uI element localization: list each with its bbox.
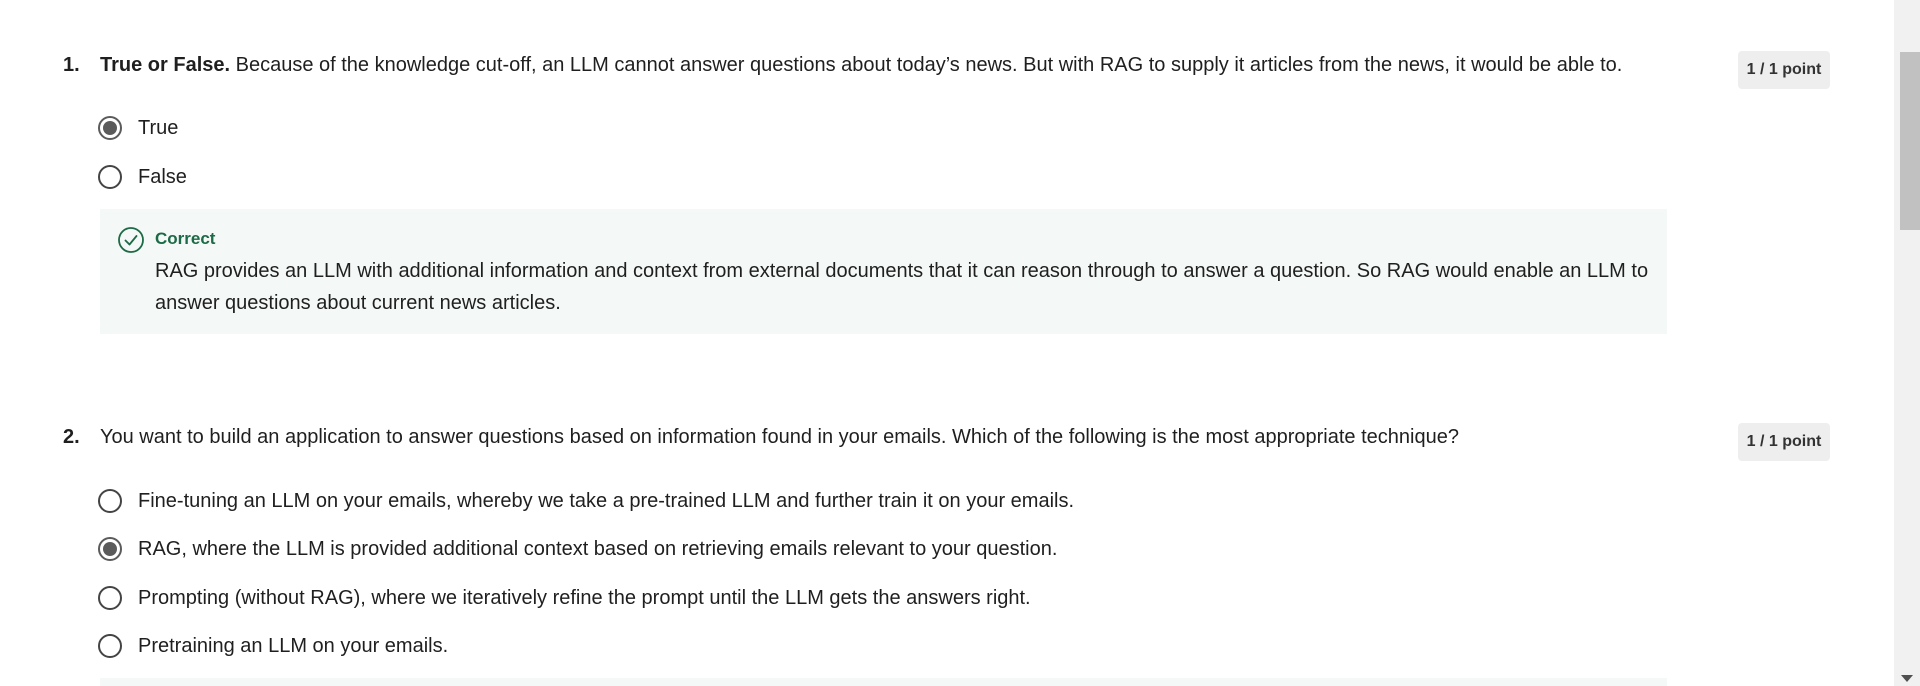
points-badge: 1 / 1 point [1738,51,1830,89]
vertical-scrollbar[interactable] [1894,0,1920,686]
option-prompting[interactable]: Prompting (without RAG), where we iterat… [98,583,1031,613]
question-text: You want to build an application to answ… [100,426,1459,448]
feedback-text: RAG provides an LLM with additional info… [155,260,1649,314]
question-text: True or False. Because of the knowledge … [100,54,1622,77]
question-body: Because of the knowledge cut-off, an LLM… [230,54,1623,76]
radio-selected-icon[interactable] [98,537,122,561]
radio-unselected-icon[interactable] [98,634,122,658]
points-badge: 1 / 1 point [1738,423,1830,461]
option-label: RAG, where the LLM is provided additiona… [138,537,1058,560]
scrollbar-thumb[interactable] [1900,52,1920,230]
option-true[interactable]: True [98,113,178,143]
question-prefix: True or False. [100,54,231,76]
question-number: 2. [63,426,80,448]
option-label: Prompting (without RAG), where we iterat… [138,586,1031,609]
scroll-down-arrow-icon[interactable] [1901,675,1913,682]
check-circle-icon [117,226,145,259]
option-label: False [138,165,187,188]
option-label: Pretraining an LLM on your emails. [138,634,449,657]
option-pretraining[interactable]: Pretraining an LLM on your emails. [98,631,448,661]
feedback-panel: Correct RAG provides an LLM with additio… [100,209,1667,334]
option-rag[interactable]: RAG, where the LLM is provided additiona… [98,534,1057,564]
option-fine-tuning[interactable]: Fine-tuning an LLM on your emails, where… [98,486,1074,516]
radio-unselected-icon[interactable] [98,165,122,189]
radio-unselected-icon[interactable] [98,489,122,513]
quiz-content: 1. True or False. Because of the knowled… [0,0,1894,686]
feedback-status: Correct [155,229,216,248]
option-label: Fine-tuning an LLM on your emails, where… [138,489,1075,512]
feedback-panel [100,678,1667,686]
option-label: True [138,116,179,139]
radio-unselected-icon[interactable] [98,586,122,610]
radio-selected-icon[interactable] [98,116,122,140]
question-number: 1. [63,54,80,76]
option-false[interactable]: False [98,162,187,192]
